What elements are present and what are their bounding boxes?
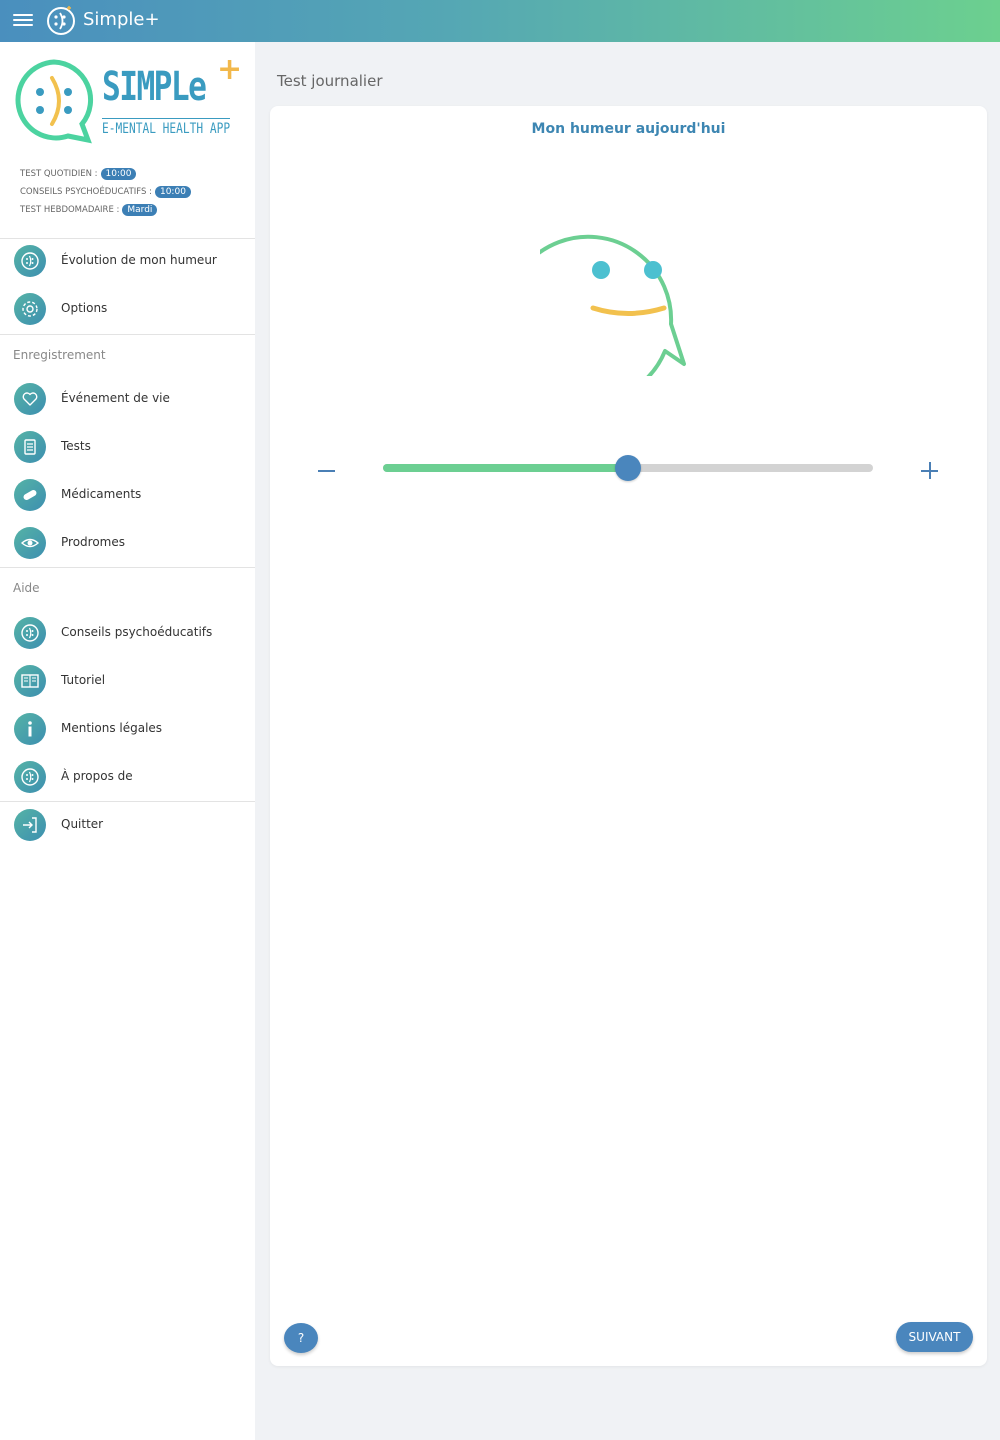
divider xyxy=(0,334,255,335)
sidebar-item-prodromes[interactable]: Prodromes xyxy=(0,519,255,567)
mood-face-icon xyxy=(540,234,686,376)
mood-face-icon xyxy=(14,245,46,277)
hamburger-icon[interactable] xyxy=(13,11,33,31)
mood-card: Mon humeur aujourd'hui ? SUIVANT xyxy=(270,106,987,1366)
mood-face-icon xyxy=(14,617,46,649)
schedule-badge: Mardi xyxy=(122,204,158,216)
schedule-list: TEST QUOTIDIEN : 10:00 CONSEILS PSYCHOÉD… xyxy=(20,165,191,219)
schedule-row: TEST HEBDOMADAIRE : Mardi xyxy=(20,201,191,219)
sidebar-item-mood-evolution[interactable]: Évolution de mon humeur xyxy=(0,237,255,285)
brand-face-icon xyxy=(15,59,94,144)
decrease-button[interactable] xyxy=(318,458,336,478)
sidebar-item-tutorial[interactable]: Tutoriel xyxy=(0,657,255,705)
mood-slider[interactable] xyxy=(383,455,873,481)
brand-word: SIMPLe xyxy=(102,64,207,110)
sidebar-item-label: Évolution de mon humeur xyxy=(61,253,217,267)
sidebar-item-medications[interactable]: Médicaments xyxy=(0,471,255,519)
sidebar-item-tests[interactable]: Tests xyxy=(0,423,255,471)
brand-plus: + xyxy=(217,52,243,87)
schedule-row: CONSEILS PSYCHOÉDUCATIFS : 10:00 xyxy=(20,183,191,201)
schedule-badge: 10:00 xyxy=(100,168,137,180)
sidebar-item-quit[interactable]: Quitter xyxy=(0,801,255,849)
pill-icon xyxy=(14,479,46,511)
section-title-help: Aide xyxy=(13,581,40,595)
book-icon xyxy=(14,665,46,697)
schedule-label: CONSEILS PSYCHOÉDUCATIFS : xyxy=(20,187,152,197)
gear-icon xyxy=(14,293,46,325)
sidebar-item-psychoeducation[interactable]: Conseils psychoéducatifs xyxy=(0,609,255,657)
slider-thumb[interactable] xyxy=(615,455,641,481)
help-button[interactable]: ? xyxy=(284,1323,318,1353)
increase-button[interactable] xyxy=(921,461,939,479)
simple-logo-icon xyxy=(47,6,75,35)
sidebar-item-legal[interactable]: Mentions légales xyxy=(0,705,255,753)
info-icon xyxy=(14,713,46,745)
page-title: Test journalier xyxy=(277,72,383,90)
sidebar-item-label: Quitter xyxy=(61,817,104,831)
sidebar-item-label: Tutoriel xyxy=(61,673,106,687)
sidebar-item-label: Options xyxy=(61,301,108,315)
sidebar-item-label: Mentions légales xyxy=(61,721,163,735)
sidebar-item-label: Tests xyxy=(61,439,91,453)
heart-icon xyxy=(14,383,46,415)
sidebar-item-options[interactable]: Options xyxy=(0,285,255,333)
slider-fill xyxy=(383,464,628,472)
sidebar-item-label: Conseils psychoéducatifs xyxy=(61,625,213,639)
divider xyxy=(0,567,255,568)
eye-icon xyxy=(14,527,46,559)
document-icon xyxy=(14,431,46,463)
section-title-recording: Enregistrement xyxy=(13,348,106,362)
sidebar-item-about[interactable]: À propos de xyxy=(0,753,255,801)
app-title: Simple+ xyxy=(83,9,160,30)
sidebar-item-life-event[interactable]: Événement de vie xyxy=(0,375,255,423)
schedule-label: TEST QUOTIDIEN : xyxy=(20,169,98,179)
schedule-row: TEST QUOTIDIEN : 10:00 xyxy=(20,165,191,183)
sidebar: SIMPLe + E-MENTAL HEALTH APP TEST QUOTID… xyxy=(0,42,255,1440)
exit-icon xyxy=(14,809,46,841)
sidebar-item-label: À propos de xyxy=(61,769,133,783)
brand-logo: SIMPLe + E-MENTAL HEALTH APP xyxy=(12,52,242,146)
sidebar-item-label: Médicaments xyxy=(61,487,142,501)
schedule-label: TEST HEBDOMADAIRE : xyxy=(20,205,120,215)
app-bar: Simple+ xyxy=(0,0,1000,42)
sidebar-item-label: Prodromes xyxy=(61,535,125,549)
schedule-badge: 10:00 xyxy=(154,186,191,198)
mood-face-icon xyxy=(14,761,46,793)
sidebar-item-label: Événement de vie xyxy=(61,391,170,405)
card-title: Mon humeur aujourd'hui xyxy=(531,121,726,137)
brand-subtitle: E-MENTAL HEALTH APP xyxy=(102,118,231,137)
next-button[interactable]: SUIVANT xyxy=(896,1322,973,1352)
